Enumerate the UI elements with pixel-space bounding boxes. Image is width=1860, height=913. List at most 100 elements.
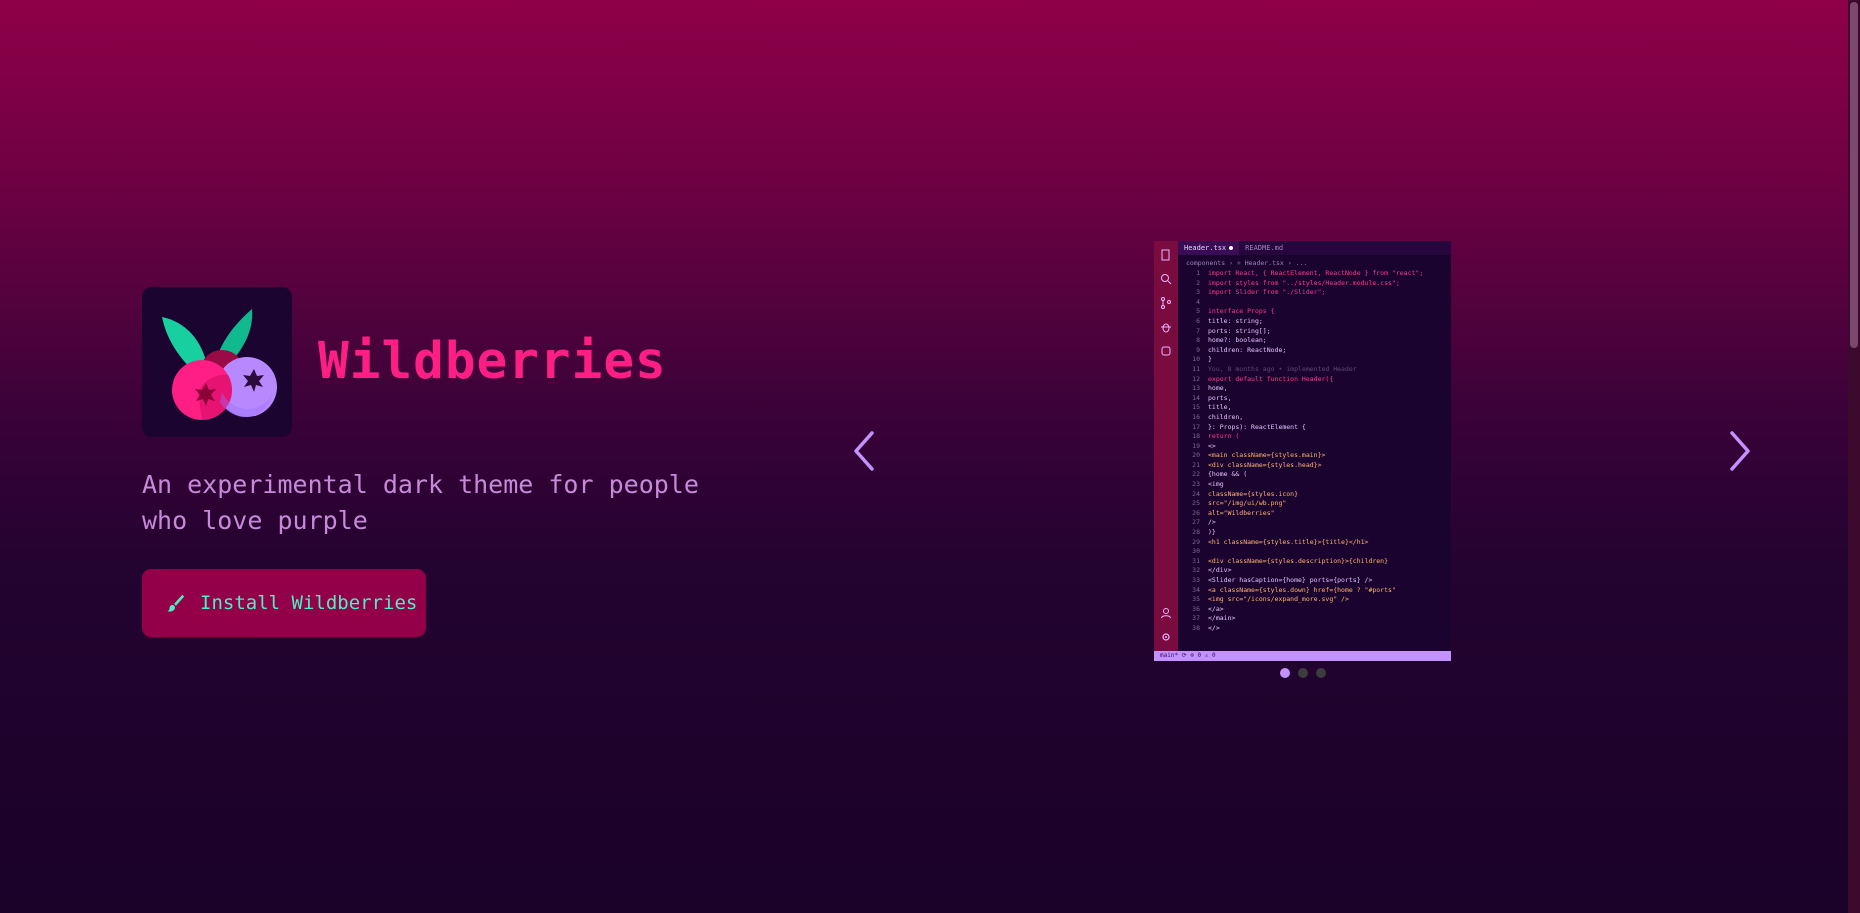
berries-icon	[162, 309, 277, 420]
line-number: 37	[1192, 614, 1200, 623]
page-title: Wildberries	[318, 332, 667, 391]
code-line: 27 />	[1178, 518, 1451, 528]
line-number: 4	[1196, 297, 1200, 306]
line-number: 14	[1192, 393, 1200, 402]
code-line: 32 </div>	[1178, 566, 1451, 576]
line-number: 2	[1196, 278, 1200, 287]
debug-icon	[1161, 323, 1171, 333]
line-text: ports: string[];	[1208, 326, 1271, 335]
editor-tab-label: Header.tsx	[1184, 244, 1227, 252]
line-number: 10	[1192, 355, 1200, 364]
code-line: 9 children: ReactNode;	[1178, 346, 1451, 356]
line-number: 28	[1192, 528, 1200, 537]
line-number: 32	[1192, 566, 1200, 575]
code-line: 4	[1178, 298, 1451, 308]
line-text: import React, { ReactElement, ReactNode …	[1208, 269, 1424, 277]
line-text: }	[1208, 355, 1212, 364]
carousel-dot[interactable]	[1316, 668, 1326, 678]
line-text: home,	[1208, 384, 1228, 393]
line-number: 5	[1196, 307, 1200, 316]
carousel-dot[interactable]	[1298, 668, 1308, 678]
line-text: </>	[1208, 623, 1220, 632]
code-line: 18 return (	[1178, 432, 1451, 442]
code-line: 15 title,	[1178, 403, 1451, 413]
code-line: 10}	[1178, 355, 1451, 365]
page-scrollbar[interactable]	[1848, 0, 1860, 913]
line-text: return (	[1208, 432, 1240, 441]
line-text: You, 8 months ago • implemented Header	[1208, 364, 1357, 373]
line-text: {home && (	[1208, 470, 1248, 479]
code-line: 26 alt="Wildberries"	[1178, 509, 1451, 519]
line-number: 38	[1192, 623, 1200, 632]
editor-tabs: Header.tsx README.md	[1178, 241, 1451, 255]
line-number: 1	[1196, 269, 1200, 277]
code-line: 19 <>	[1178, 442, 1451, 452]
line-text: <>	[1208, 441, 1216, 450]
line-text: className={styles.icon}	[1208, 489, 1299, 498]
line-text: <a className={styles.down} href={home ? …	[1208, 585, 1396, 594]
line-number: 34	[1192, 585, 1200, 594]
editor-screenshot: Header.tsx README.md components › ⚛ Head…	[1154, 241, 1451, 661]
code-line: 34 <a className={styles.down} href={home…	[1178, 586, 1451, 596]
code-line: 37 </main>	[1178, 614, 1451, 624]
carousel-prev-button[interactable]	[848, 427, 884, 475]
line-text: children,	[1208, 412, 1244, 421]
line-text: ports,	[1208, 393, 1232, 402]
code-line: 31 <div className={styles.description}>{…	[1178, 557, 1451, 567]
code-line: 16 children,	[1178, 413, 1451, 423]
line-number: 36	[1192, 604, 1200, 613]
code-line: 6 title: string;	[1178, 317, 1451, 327]
line-text: title,	[1208, 403, 1232, 412]
install-button[interactable]: Install Wildberries	[142, 569, 426, 637]
code-line: 36 </a>	[1178, 605, 1451, 615]
code-line: 7 ports: string[];	[1178, 327, 1451, 337]
line-text: <div className={styles.head}>	[1208, 460, 1322, 469]
code-line: 38 </>	[1178, 624, 1451, 634]
line-number: 26	[1192, 508, 1200, 517]
code-line: 14 ports,	[1178, 394, 1451, 404]
line-text: src="/img/ui/wb.png"	[1208, 499, 1287, 508]
code-line: 17}: Props): ReactElement {	[1178, 423, 1451, 433]
line-number: 13	[1192, 384, 1200, 393]
line-text: alt="Wildberries"	[1208, 508, 1275, 517]
carousel-indicators	[1280, 668, 1326, 678]
line-text: <h1 className={styles.title}>{title}</h1…	[1208, 537, 1369, 546]
scrollbar-thumb[interactable]	[1850, 2, 1858, 348]
carousel-next-button[interactable]	[1720, 427, 1756, 475]
line-number: 7	[1196, 326, 1200, 335]
carousel-dot[interactable]	[1280, 668, 1290, 678]
line-number: 18	[1192, 432, 1200, 441]
line-number: 6	[1196, 316, 1200, 325]
wildberries-logo	[142, 287, 292, 437]
line-number: 24	[1192, 489, 1200, 498]
line-text: export default function Header({	[1208, 374, 1334, 383]
code-line: 12 export default function Header({	[1178, 375, 1451, 385]
line-number: 8	[1196, 336, 1200, 345]
line-number: 17	[1192, 422, 1200, 431]
line-number: 21	[1192, 460, 1200, 469]
code-line: 11 You, 8 months ago • implemented Heade…	[1178, 365, 1451, 375]
editor-status-bar: main* ⟳ ⊗ 0 ⚠ 0	[1154, 651, 1451, 661]
search-icon	[1161, 274, 1172, 285]
install-button-label: Install Wildberries	[200, 592, 418, 614]
code-line: 33 <Slider hasCaption={home} ports={port…	[1178, 576, 1451, 586]
line-number: 19	[1192, 441, 1200, 450]
code-line: 22 {home && (	[1178, 470, 1451, 480]
editor-tab-readme: README.md	[1239, 241, 1289, 255]
line-text: <img src="/icons/expand_more.svg" />	[1208, 595, 1349, 604]
line-number: 25	[1192, 499, 1200, 508]
line-text: children: ReactNode;	[1208, 345, 1287, 354]
code-line: 29 <h1 className={styles.title}>{title}<…	[1178, 538, 1451, 548]
line-number: 22	[1192, 470, 1200, 479]
editor-tab-label: README.md	[1245, 244, 1284, 252]
code-line: 25 src="/img/ui/wb.png"	[1178, 499, 1451, 509]
account-icon	[1161, 608, 1171, 619]
code-line: 8 home?: boolean;	[1178, 336, 1451, 346]
line-text: )}	[1208, 528, 1216, 537]
line-text: import Slider from "./Slider";	[1208, 288, 1326, 297]
unsaved-dot-icon	[1229, 246, 1234, 250]
code-line: 3 import Slider from "./Slider";	[1178, 288, 1451, 298]
line-text: interface Props {	[1208, 307, 1275, 316]
line-number: 20	[1192, 451, 1200, 460]
editor-breadcrumb: components › ⚛ Header.tsx › ...	[1186, 259, 1308, 267]
